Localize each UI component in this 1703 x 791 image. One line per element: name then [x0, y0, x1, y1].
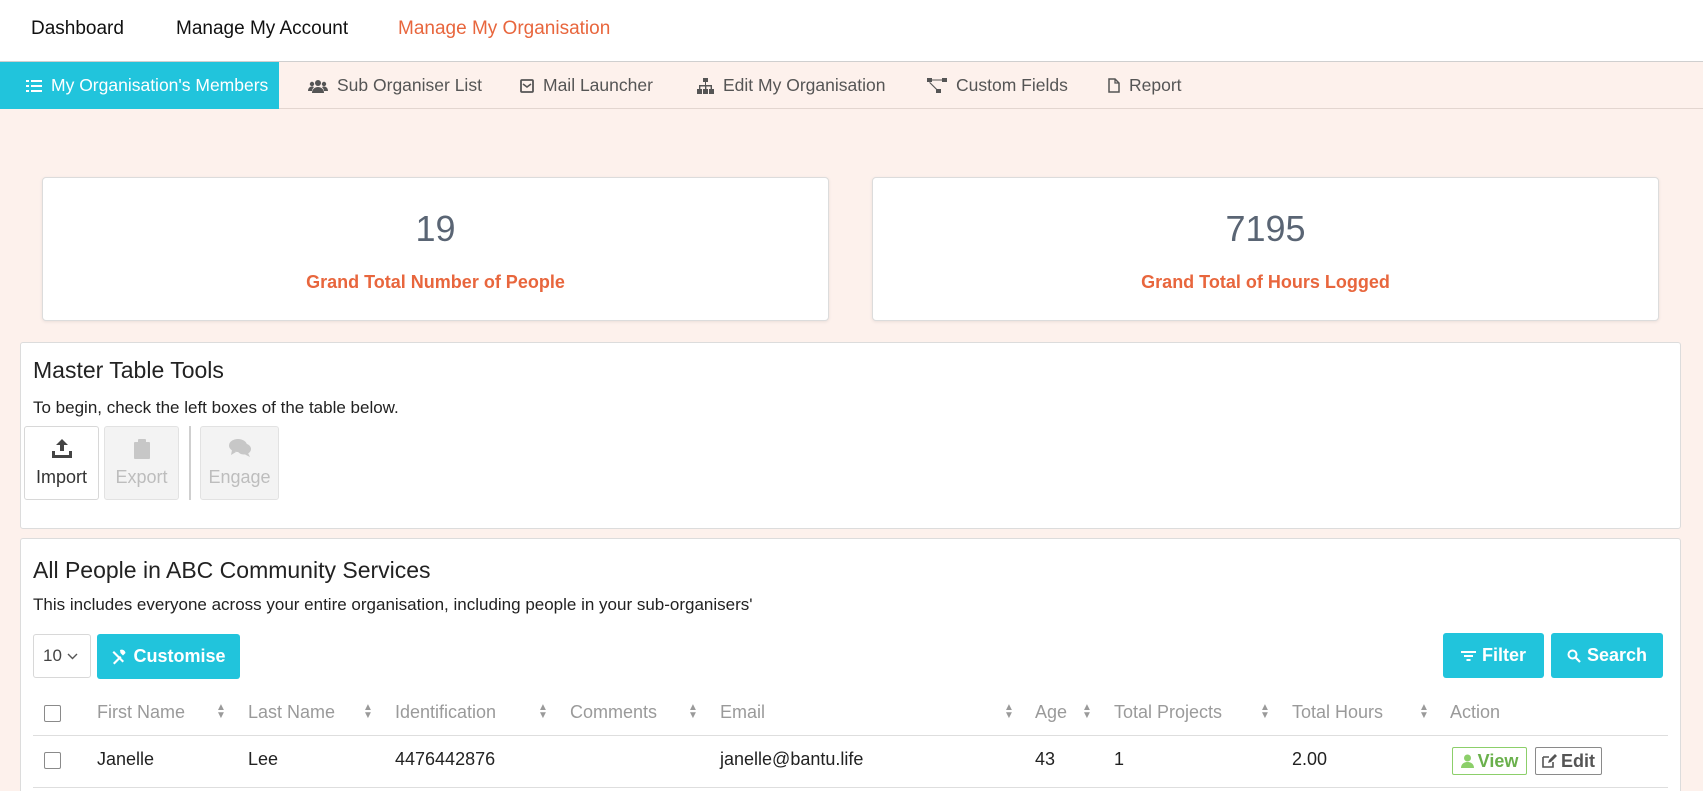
clipboard-icon: [133, 439, 150, 459]
filter-button[interactable]: Filter: [1443, 633, 1544, 678]
engage-label: Engage: [208, 467, 271, 487]
sort-icon: ▲ ▼: [1004, 702, 1014, 721]
tab-my-organisations-members[interactable]: My Organisation's Members: [0, 62, 279, 109]
import-label: Import: [35, 467, 87, 487]
panel-subtitle: To begin, check the left boxes of the ta…: [33, 398, 399, 417]
tab-label: My Organisation's Members: [51, 75, 269, 95]
file-icon: [1108, 78, 1120, 93]
user-icon: [1460, 754, 1474, 768]
stat-label: Grand Total of Hours Logged: [1141, 272, 1390, 292]
column-header-total-projects[interactable]: Total Projects: [1114, 702, 1222, 723]
view-label: View: [1477, 750, 1519, 771]
tab-label: Sub Organiser List: [337, 75, 482, 95]
cell-identification: 4476442876: [395, 749, 496, 769]
edit-icon: [1542, 754, 1557, 768]
tab-label: Report: [1129, 75, 1182, 95]
tab-sub-organiser-list[interactable]: Sub Organiser List: [308, 62, 482, 109]
comments-icon: [228, 439, 251, 457]
customise-button[interactable]: Customise: [97, 634, 240, 679]
sort-icon: ▲ ▼: [538, 702, 548, 721]
upload-icon: [51, 439, 72, 458]
page-size-value: 10: [43, 646, 62, 665]
stat-card-people: 19 Grand Total Number of People: [42, 177, 829, 321]
edit-button[interactable]: Edit: [1535, 747, 1602, 775]
sort-icon: ▲ ▼: [1082, 702, 1092, 721]
mail-icon: [520, 78, 534, 93]
sort-icon: ▲ ▼: [688, 702, 698, 721]
customise-label: Customise: [133, 646, 226, 666]
stat-value: 19: [415, 208, 456, 249]
cell-total-projects: 1: [1114, 749, 1125, 769]
tab-label: Edit My Organisation: [723, 75, 886, 95]
search-button[interactable]: Search: [1551, 633, 1663, 678]
tab-edit-my-organisation[interactable]: Edit My Organisation: [697, 62, 885, 109]
export-button[interactable]: Export: [104, 426, 179, 500]
cell-first-name: Janelle: [97, 749, 155, 769]
cell-age: 43: [1035, 749, 1056, 769]
cell-email: janelle@bantu.life: [720, 749, 864, 769]
column-header-last-name[interactable]: Last Name: [248, 702, 335, 723]
column-header-identification[interactable]: Identification: [395, 702, 496, 723]
sort-icon: ▲ ▼: [1419, 702, 1429, 721]
panel-title: All People in ABC Community Services: [33, 557, 431, 583]
import-button[interactable]: Import: [24, 426, 99, 500]
users-icon: [308, 79, 328, 93]
stat-value: 7195: [1225, 208, 1306, 249]
tab-label: Mail Launcher: [543, 75, 653, 95]
column-header-email[interactable]: Email: [720, 702, 765, 723]
engage-button[interactable]: Engage: [200, 426, 279, 500]
nav-dashboard[interactable]: Dashboard: [31, 18, 124, 40]
cell-last-name: Lee: [248, 749, 279, 769]
sub-navbar: My Organisation's Members Sub Organiser …: [0, 62, 1703, 109]
column-header-first-name[interactable]: First Name: [97, 702, 185, 723]
cell-total-hours: 2.00: [1292, 749, 1328, 769]
sort-icon: ▲ ▼: [216, 702, 226, 721]
list-icon: [26, 79, 42, 92]
tab-label: Custom Fields: [956, 75, 1068, 95]
view-button[interactable]: View: [1452, 747, 1527, 775]
stat-card-hours: 7195 Grand Total of Hours Logged: [872, 177, 1659, 321]
nav-manage-my-organisation[interactable]: Manage My Organisation: [398, 18, 610, 40]
filter-label: Filter: [1481, 645, 1526, 665]
nav-manage-my-account[interactable]: Manage My Account: [176, 18, 348, 40]
row-checkbox[interactable]: [44, 752, 61, 769]
search-icon: [1567, 649, 1581, 663]
toolbar-divider: [189, 426, 191, 500]
fields-icon: [927, 78, 947, 93]
column-header-action: Action: [1450, 702, 1501, 722]
header-divider: [33, 735, 1668, 736]
column-header-age[interactable]: Age: [1035, 702, 1067, 723]
tools-icon: [112, 649, 126, 664]
row-divider: [33, 787, 1668, 788]
sitemap-icon: [697, 77, 714, 94]
chevron-down-icon: [67, 653, 78, 659]
tab-mail-launcher[interactable]: Mail Launcher: [520, 62, 653, 109]
filter-icon: [1460, 650, 1476, 661]
search-label: Search: [1586, 645, 1648, 665]
page-size-select[interactable]: 10: [33, 634, 91, 678]
panel-title: Master Table Tools: [33, 357, 224, 383]
tab-report[interactable]: Report: [1108, 62, 1182, 109]
column-header-total-hours[interactable]: Total Hours: [1292, 702, 1383, 723]
edit-label: Edit: [1561, 750, 1595, 771]
select-all-checkbox[interactable]: [44, 705, 61, 722]
export-label: Export: [115, 467, 168, 487]
tab-custom-fields[interactable]: Custom Fields: [927, 62, 1068, 109]
sort-icon: ▲ ▼: [1260, 702, 1270, 721]
sort-icon: ▲ ▼: [363, 702, 373, 721]
column-header-comments[interactable]: Comments: [570, 702, 657, 723]
panel-subtitle: This includes everyone across your entir…: [33, 595, 753, 614]
stat-label: Grand Total Number of People: [306, 272, 565, 292]
top-navbar: Dashboard Manage My Account Manage My Or…: [0, 0, 1703, 62]
